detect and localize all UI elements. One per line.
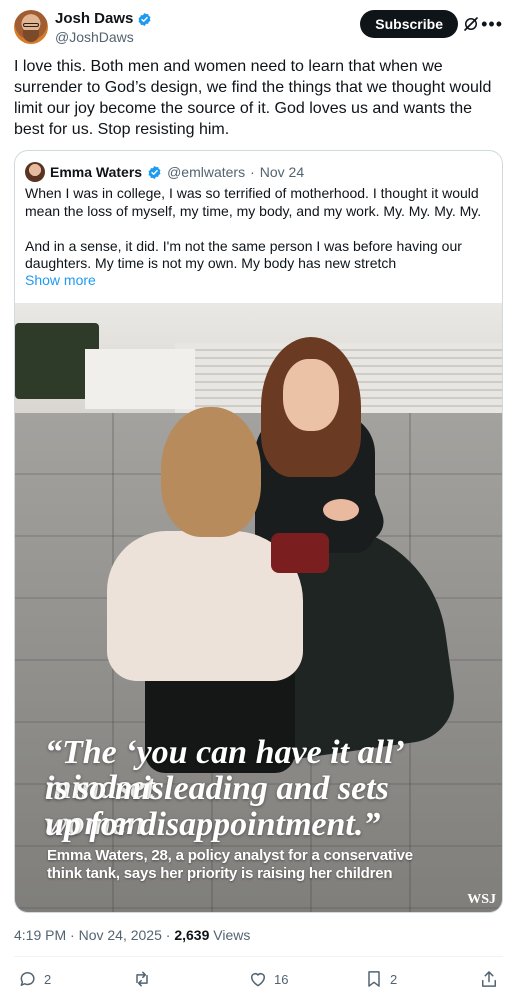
more-icon[interactable]: ••• [481,15,503,33]
like-count: 16 [274,971,289,987]
quoted-tweet[interactable]: Emma Waters @emlwaters · Nov 24 When I w… [14,150,503,913]
share-button[interactable] [479,966,499,992]
tweet-meta: 4:19 PM · Nov 24, 2025 · 2,639 Views [14,926,250,944]
author-display-name[interactable]: Josh Daws [55,10,133,28]
reply-count: 2 [44,971,52,987]
views-label: Views [213,927,251,943]
photo-woman-hand [323,499,359,521]
show-more-link[interactable]: Show more [25,272,96,288]
repost-button[interactable] [132,966,158,992]
avatar-glasses [23,23,39,27]
photo-pillar [85,349,195,409]
author-handle[interactable]: @JoshDaws [55,28,152,46]
author-display-name-row[interactable]: Josh Daws [55,10,152,28]
verified-badge-icon [138,12,151,26]
avatar-beard [23,30,39,42]
quoted-handle[interactable]: @emlwaters [167,164,245,180]
like-icon [251,973,265,987]
actions-divider [14,956,503,957]
reply-icon [20,972,35,986]
quoted-image[interactable]: “The ‘you can have it all’ mindset is so… [15,303,502,912]
photo-bag [271,533,329,573]
quoted-avatar[interactable] [25,162,45,182]
bookmark-button[interactable]: 2 [364,966,397,992]
bookmark-count: 2 [390,971,398,987]
views-count: 2,639 [174,927,210,943]
quoted-paragraph-2: And in a sense, it did. I'm not the same… [25,237,462,272]
quoted-separator: · [250,164,255,180]
verified-badge-icon [148,165,161,179]
grok-icon[interactable] [462,15,480,33]
tweet-text: I love this. Both men and women need to … [14,58,492,138]
wsj-watermark: WSJ [467,892,496,907]
bookmark-icon [368,971,380,987]
subscribe-button[interactable]: Subscribe [360,10,458,38]
quoted-header: Emma Waters @emlwaters · Nov 24 [25,162,304,182]
quoted-date[interactable]: Nov 24 [260,164,304,180]
tweet-time[interactable]: 4:19 PM [14,927,66,943]
author-avatar[interactable] [14,10,48,44]
photo-girl-hair [161,407,261,537]
image-quote-line-3: up for disappointment.” [45,806,381,843]
quoted-paragraph-1: When I was in college, I was so terrifie… [25,185,482,219]
image-caption-line-2: think tank, says her priority is raising… [47,865,393,882]
tweet-date[interactable]: Nov 24, 2025 [79,927,162,943]
meta-separator: · [70,927,79,943]
image-caption-line-1: Emma Waters, 28, a policy analyst for a … [47,847,413,864]
repost-icon [136,971,148,987]
action-bar: 2 16 2 [14,966,503,992]
author-names: Josh Daws @JoshDaws [55,10,152,46]
reply-button[interactable]: 2 [18,966,51,992]
share-icon [482,971,496,987]
photo-woman-face [283,359,339,431]
tweet-header: Josh Daws @JoshDaws Subscribe ••• [14,10,503,50]
quoted-display-name[interactable]: Emma Waters [50,164,142,180]
like-button[interactable]: 16 [248,966,288,992]
